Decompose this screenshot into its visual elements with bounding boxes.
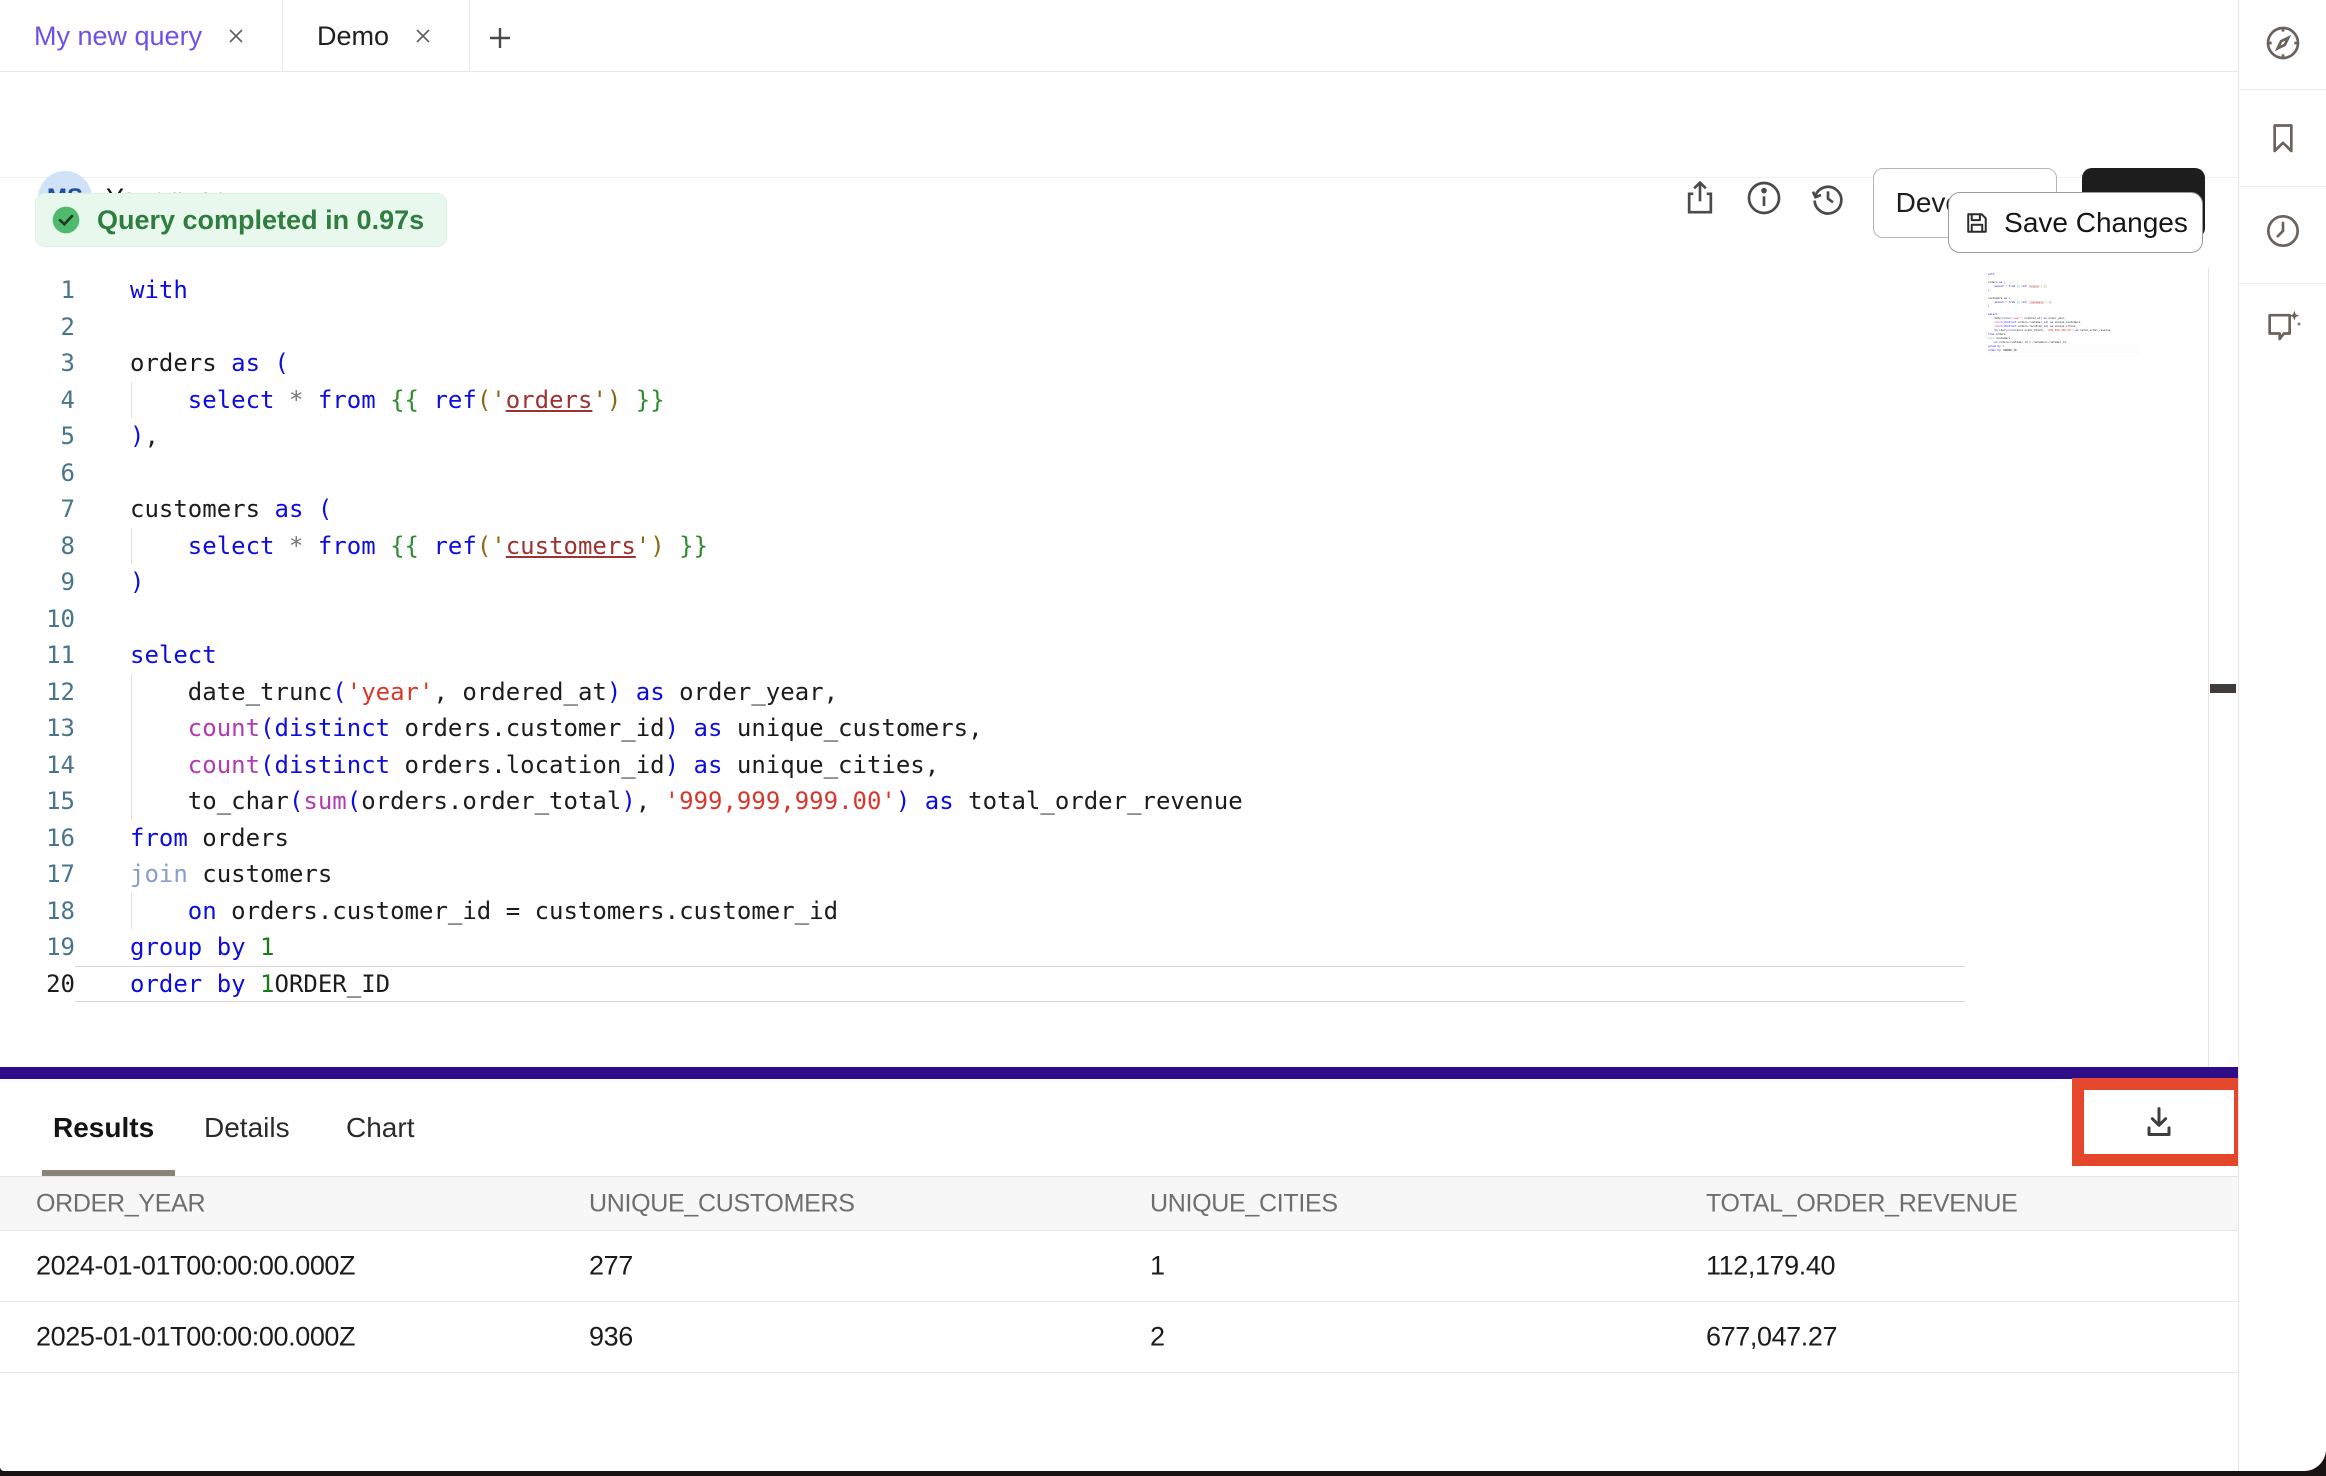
table-row: 2025-01-01T00:00:00.000Z 936 2 677,047.27 <box>0 1302 2238 1373</box>
code-line-9[interactable]: ) <box>75 564 1965 601</box>
code-line-10[interactable] <box>75 601 1965 638</box>
query-header: MS Your query Develop Ru <box>0 72 2238 178</box>
tab-label: Demo <box>317 21 389 52</box>
line-number: 15 <box>0 783 75 820</box>
panel-resize-divider[interactable] <box>0 1067 2238 1079</box>
line-number: 20 <box>0 966 75 1003</box>
tab-results[interactable]: Results <box>53 1079 154 1176</box>
line-number: 9 <box>0 564 75 601</box>
table-cell: 2 <box>1150 1322 1165 1353</box>
tab-chart[interactable]: Chart <box>346 1079 414 1176</box>
code-line-2[interactable] <box>75 309 1965 346</box>
line-number: 2 <box>0 309 75 346</box>
table-cell: 936 <box>589 1322 633 1353</box>
line-number: 8 <box>0 528 75 565</box>
table-cell: 677,047.27 <box>1706 1322 1837 1353</box>
code-line-3[interactable]: orders as ( <box>75 345 1965 382</box>
query-tab-demo[interactable]: Demo <box>283 0 470 72</box>
code-line-20[interactable]: order by 1ORDER_ID <box>75 966 1965 1003</box>
chat-sparkles-icon[interactable] <box>2263 306 2303 346</box>
code-line-12[interactable]: date_trunc('year', ordered_at) as order_… <box>75 674 1965 711</box>
line-number: 7 <box>0 491 75 528</box>
code-line-4[interactable]: select * from {{ ref('orders') }} <box>75 382 1965 419</box>
code-line-5[interactable]: ), <box>75 418 1965 455</box>
bookmark-icon[interactable] <box>2263 118 2303 158</box>
code-line-18[interactable]: on orders.customer_id = customers.custom… <box>75 893 1965 930</box>
table-row: 2024-01-01T00:00:00.000Z 277 1 112,179.40 <box>0 1231 2238 1302</box>
line-number: 3 <box>0 345 75 382</box>
tab-details[interactable]: Details <box>204 1079 290 1176</box>
history-icon[interactable] <box>1808 178 1848 218</box>
save-changes-button[interactable]: Save Changes <box>1948 192 2203 253</box>
editor-minimap[interactable]: withorders as ( select * from {{ ref('or… <box>1988 272 2140 384</box>
share-icon[interactable] <box>1680 178 1720 218</box>
line-number: 12 <box>0 674 75 711</box>
plus-icon <box>484 22 516 54</box>
results-table-header: ORDER_YEAR UNIQUE_CUSTOMERS UNIQUE_CITIES T… <box>0 1176 2238 1231</box>
sql-editor[interactable]: 1234567891011121314151617181920 withorde… <box>0 272 2208 1032</box>
compass-icon[interactable] <box>2263 23 2303 63</box>
line-number: 14 <box>0 747 75 784</box>
line-number-gutter: 1234567891011121314151617181920 <box>0 272 75 1002</box>
close-icon[interactable] <box>224 24 248 48</box>
line-number: 6 <box>0 455 75 492</box>
line-number: 19 <box>0 929 75 966</box>
results-tab-bar: Results Details Chart <box>0 1079 2238 1176</box>
line-number: 5 <box>0 418 75 455</box>
column-header: TOTAL_ORDER_REVENUE <box>1706 1189 2018 1218</box>
code-area[interactable]: with orders as ( select * from {{ ref('or… <box>75 272 1965 1002</box>
save-icon <box>1963 209 1991 237</box>
tab-bar: My new query Demo <box>0 0 2238 72</box>
download-results-button[interactable] <box>2129 1092 2189 1152</box>
editor-scrollbar-thumb[interactable] <box>2210 684 2236 693</box>
status-badge: Query completed in 0.97s <box>35 193 447 247</box>
check-icon <box>50 204 82 236</box>
code-line-11[interactable]: select <box>75 637 1965 674</box>
code-line-19[interactable]: group by 1 <box>75 929 1965 966</box>
table-cell: 277 <box>589 1251 633 1282</box>
code-line-8[interactable]: select * from {{ ref('customers') }} <box>75 528 1965 565</box>
line-number: 16 <box>0 820 75 857</box>
query-tab-my-new-query[interactable]: My new query <box>0 0 283 72</box>
code-line-15[interactable]: to_char(sum(orders.order_total), '999,99… <box>75 783 1965 820</box>
right-sidebar <box>2238 0 2326 1471</box>
line-number: 13 <box>0 710 75 747</box>
clock-icon[interactable] <box>2263 211 2303 251</box>
code-line-17[interactable]: join customers <box>75 856 1965 893</box>
table-cell: 2024-01-01T00:00:00.000Z <box>36 1251 355 1282</box>
close-icon[interactable] <box>411 24 435 48</box>
app-window: My new query Demo MS Your query <box>0 0 2326 1471</box>
column-header: ORDER_YEAR <box>36 1189 205 1218</box>
line-number: 1 <box>0 272 75 309</box>
save-label: Save Changes <box>2004 207 2188 239</box>
line-number: 11 <box>0 637 75 674</box>
column-header: UNIQUE_CUSTOMERS <box>589 1189 855 1218</box>
code-line-16[interactable]: from orders <box>75 820 1965 857</box>
info-icon[interactable] <box>1744 178 1784 218</box>
new-tab-button[interactable] <box>478 16 522 60</box>
table-cell: 112,179.40 <box>1706 1251 1835 1282</box>
line-number: 10 <box>0 601 75 638</box>
table-cell: 2025-01-01T00:00:00.000Z <box>36 1322 355 1353</box>
column-header: UNIQUE_CITIES <box>1150 1189 1338 1218</box>
line-number: 17 <box>0 856 75 893</box>
code-line-1[interactable]: with <box>75 272 1965 309</box>
status-text: Query completed in 0.97s <box>97 205 424 236</box>
annotation-highlight-box <box>2072 1078 2246 1166</box>
code-line-14[interactable]: count(distinct orders.location_id) as un… <box>75 747 1965 784</box>
tab-label: My new query <box>34 21 202 52</box>
line-number: 18 <box>0 893 75 930</box>
code-line-6[interactable] <box>75 455 1965 492</box>
code-line-13[interactable]: count(distinct orders.customer_id) as un… <box>75 710 1965 747</box>
table-cell: 1 <box>1150 1251 1165 1282</box>
editor-scrollbar-track[interactable] <box>2208 268 2238 1067</box>
code-line-7[interactable]: customers as ( <box>75 491 1965 528</box>
download-icon <box>2139 1102 2179 1142</box>
line-number: 4 <box>0 382 75 419</box>
